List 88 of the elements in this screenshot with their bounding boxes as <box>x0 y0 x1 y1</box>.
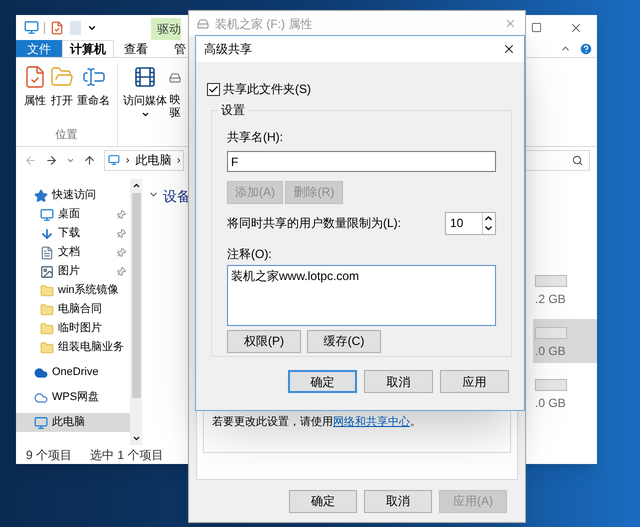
nav-item[interactable]: 文档 <box>16 243 130 262</box>
checkbox[interactable] <box>207 82 220 96</box>
drive-icon <box>197 18 209 30</box>
blank-page-icon <box>70 20 81 34</box>
usage-bar <box>535 327 567 339</box>
network-sharing-link[interactable]: 网络和共享中心 <box>333 416 410 428</box>
document-icon <box>40 246 54 260</box>
nav-item[interactable]: 临时图片 <box>16 319 130 338</box>
share-name-field[interactable]: F <box>227 151 496 172</box>
user-limit-spinner[interactable]: 10 <box>445 212 496 234</box>
scrollbar[interactable] <box>130 179 142 445</box>
field-label: 注释(O): <box>227 246 273 262</box>
nav-item[interactable]: 图片 <box>16 262 130 281</box>
nav-item[interactable]: OneDrive <box>16 363 130 382</box>
ribbon-button[interactable]: 属性 <box>22 64 48 110</box>
help-icon[interactable] <box>579 42 593 56</box>
drive-size: .2 GB <box>535 291 567 308</box>
monitor-icon <box>108 153 120 167</box>
media-icon <box>133 64 157 90</box>
usage-bar <box>535 275 567 287</box>
search-icon <box>572 154 583 166</box>
document-check-icon <box>50 20 64 34</box>
ribbon-button[interactable]: 访问媒体 <box>122 64 168 118</box>
option-button[interactable]: 缓存(C) <box>307 330 381 352</box>
scroll-up-icon[interactable] <box>132 181 140 190</box>
cloud-icon <box>34 366 48 380</box>
folder-icon <box>40 284 54 298</box>
close-icon[interactable] <box>502 42 516 56</box>
group-label: 设置 <box>220 102 246 119</box>
nav-item[interactable]: 电脑合同 <box>16 300 130 319</box>
ribbon-button[interactable]: 重命名 <box>76 64 111 110</box>
drive-tile[interactable]: .2 GB <box>533 267 597 311</box>
drive-tile[interactable]: .0 GB <box>533 371 597 415</box>
option-button[interactable]: 权限(P) <box>227 330 301 352</box>
dialog-button[interactable]: 应用 <box>440 370 509 393</box>
note-text: 若要更改此设置，请使用网络和共享中心。 <box>212 414 422 430</box>
item-count: 9 个项目 <box>26 446 72 464</box>
window-title: 装机之家 (F:) 属性 <box>215 16 314 32</box>
context-tab[interactable]: 驱动 <box>151 18 181 40</box>
file-menu-tab[interactable]: 文件 <box>16 40 62 57</box>
chevron-icon <box>175 156 183 164</box>
nav-item[interactable]: WPS网盘 <box>16 388 130 407</box>
cloud-icon <box>34 390 48 404</box>
dialog-button[interactable]: 确定 <box>289 490 357 512</box>
nav-item[interactable]: 下载 <box>16 224 130 243</box>
breadcrumb[interactable]: 此电脑 <box>135 151 172 169</box>
dialog-button[interactable]: 取消 <box>364 370 433 393</box>
drive-size: .0 GB <box>535 395 567 412</box>
check-icon <box>208 84 219 94</box>
nav-item[interactable]: win系统镜像 <box>16 281 130 300</box>
ribbon-tab[interactable]: 查看 <box>114 40 158 57</box>
up-arrow-icon[interactable] <box>83 154 96 166</box>
drive-tile[interactable]: .0 GB <box>533 319 597 363</box>
selection-count: 选中 1 个项目 <box>90 446 164 464</box>
ribbon-button[interactable]: 映驱 <box>169 64 181 120</box>
ribbon-tab[interactable]: 计算机 <box>62 40 114 57</box>
forward-arrow-icon[interactable] <box>45 154 58 166</box>
down-arrow-icon <box>40 226 54 240</box>
chevron-icon <box>124 156 132 164</box>
window-title: 高级共享 <box>204 41 252 58</box>
ribbon-tab[interactable]: 管 <box>158 40 202 57</box>
dialog-button[interactable]: 确定 <box>288 370 357 393</box>
share-checkbox[interactable]: 共享此文件夹(S) <box>207 81 513 97</box>
folder-icon <box>40 340 54 354</box>
nav-item[interactable]: 此电脑 <box>16 413 130 432</box>
dialog-button[interactable]: 取消 <box>364 490 432 512</box>
scroll-thumb[interactable] <box>132 193 140 398</box>
monitor-icon <box>24 20 39 35</box>
nav-item[interactable]: 组装电脑业务 <box>16 338 130 357</box>
picture-icon <box>40 264 54 278</box>
usage-bar <box>535 379 567 391</box>
monitor-icon <box>34 416 48 430</box>
nav-item[interactable]: 快速访问 <box>16 186 130 205</box>
address-bar[interactable]: 此电脑 <box>104 150 184 170</box>
field-label: 将同时共享的用户数量限制为(L): <box>227 215 401 232</box>
nav-item[interactable]: 桌面 <box>16 205 130 224</box>
folder-icon <box>40 322 54 336</box>
drive-size: .0 GB <box>535 343 567 360</box>
star-icon <box>34 188 48 202</box>
ribbon-group-label: 位置 <box>54 128 78 142</box>
field-label: 共享名(H): <box>227 129 284 146</box>
ribbon-button[interactable]: 打开 <box>49 64 75 110</box>
scroll-down-icon[interactable] <box>132 434 140 443</box>
maximize-icon[interactable] <box>531 22 542 33</box>
comment-field[interactable]: 装机之家www.lotpc.com <box>227 264 496 326</box>
section-heading: 设备 <box>163 187 191 206</box>
monitor-icon <box>40 208 54 222</box>
folder-icon <box>40 302 54 316</box>
